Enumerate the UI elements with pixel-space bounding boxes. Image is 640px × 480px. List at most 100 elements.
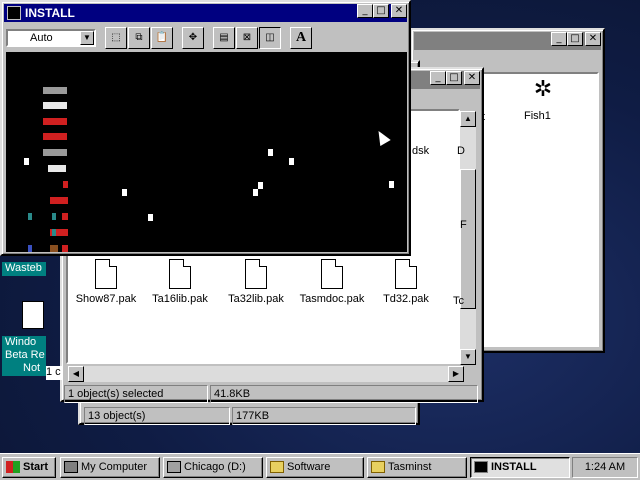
taskbar-item-chicago[interactable]: Chicago (D:) bbox=[163, 457, 263, 478]
background-icon[interactable]: ⊠ bbox=[236, 27, 258, 49]
partial-file-label[interactable]: dsk bbox=[412, 145, 429, 157]
scroll-left-icon[interactable]: ◀ bbox=[68, 366, 84, 382]
dos-block bbox=[28, 245, 32, 252]
start-button[interactable]: Start bbox=[2, 457, 56, 478]
file-icon bbox=[95, 259, 117, 289]
dos-block bbox=[62, 213, 68, 220]
dos-screen[interactable] bbox=[6, 52, 407, 252]
fish-icon[interactable]: ✲ bbox=[530, 76, 556, 104]
file-show87[interactable]: Show87.pak bbox=[66, 259, 146, 305]
taskbar-item-software[interactable]: Software bbox=[266, 457, 364, 478]
scroll-thumb[interactable] bbox=[460, 169, 476, 309]
dos-block bbox=[50, 245, 58, 252]
fullscreen-icon[interactable]: ✥ bbox=[182, 27, 204, 49]
file-ta32lib[interactable]: Ta32lib.pak bbox=[216, 259, 296, 305]
tasminst-controls: _ □ ✕ bbox=[430, 71, 480, 85]
msdos-icon bbox=[7, 6, 21, 20]
font-icon[interactable]: A bbox=[290, 27, 312, 49]
properties-icon[interactable]: ▤ bbox=[213, 27, 235, 49]
install-window[interactable]: INSTALL _ □ ✕ Auto ▼ ⬚ ⧉ 📋 ✥ ▤ ⊠ ◫ A bbox=[0, 0, 411, 256]
file-icon bbox=[245, 259, 267, 289]
fish-label[interactable]: Fish1 bbox=[524, 110, 551, 122]
windows-note-icon[interactable] bbox=[22, 301, 44, 329]
taskbar-item-tasminst[interactable]: Tasminst bbox=[367, 457, 467, 478]
maximize-icon[interactable]: □ bbox=[373, 4, 389, 18]
windows-note-line2: Beta Re bbox=[5, 349, 45, 361]
minimize-icon[interactable]: _ bbox=[357, 4, 373, 18]
taskbar-clock[interactable]: 1:24 AM bbox=[572, 457, 638, 478]
dos-block bbox=[43, 87, 67, 94]
taskbar-item-label: Software bbox=[287, 461, 331, 473]
dos-block bbox=[43, 102, 67, 109]
dos-block bbox=[63, 181, 68, 188]
file-icon bbox=[395, 259, 417, 289]
dos-block bbox=[28, 213, 32, 220]
chevron-down-icon[interactable]: ▼ bbox=[80, 31, 94, 45]
dos-block bbox=[48, 165, 66, 172]
minimize-icon[interactable]: _ bbox=[551, 32, 567, 46]
window-icon[interactable]: ◫ bbox=[259, 27, 281, 49]
windows-note-line3: Not bbox=[23, 362, 41, 374]
dos-block bbox=[43, 118, 67, 125]
taskbar-item-my-computer[interactable]: My Computer bbox=[60, 457, 160, 478]
file-icon bbox=[169, 259, 191, 289]
file-label: Show87.pak bbox=[75, 293, 137, 305]
dos-block bbox=[52, 213, 56, 220]
taskbar-item-label: Tasminst bbox=[388, 461, 432, 473]
folder-icon bbox=[371, 461, 385, 473]
file-label: Ta16lib.pak bbox=[152, 293, 208, 305]
dos-block bbox=[43, 149, 67, 156]
taskbar: Start My Computer Chicago (D:) Software … bbox=[0, 453, 640, 480]
dos-block bbox=[62, 245, 68, 252]
copy-icon[interactable]: ⧉ bbox=[128, 27, 150, 49]
dos-block bbox=[52, 229, 56, 236]
scroll-right-icon[interactable]: ▶ bbox=[448, 366, 464, 382]
partial-file-label[interactable]: D bbox=[457, 145, 465, 157]
taskbar-item-label: My Computer bbox=[81, 461, 148, 473]
start-label: Start bbox=[23, 461, 49, 473]
font-size-value: Auto bbox=[30, 32, 53, 44]
install-titlebar[interactable]: INSTALL bbox=[4, 4, 407, 22]
close-icon[interactable]: ✕ bbox=[464, 71, 480, 85]
windows-logo-icon bbox=[6, 461, 20, 473]
partial-file-label[interactable]: F bbox=[460, 219, 467, 231]
scroll-down-icon[interactable]: ▼ bbox=[460, 349, 476, 365]
dos-pixel bbox=[122, 189, 127, 196]
close-icon[interactable]: ✕ bbox=[585, 32, 601, 46]
maximize-icon[interactable]: □ bbox=[446, 71, 462, 85]
close-icon[interactable]: ✕ bbox=[391, 4, 407, 18]
dos-pixel bbox=[389, 181, 394, 188]
computer-icon bbox=[64, 461, 78, 473]
dos-pixel bbox=[253, 189, 258, 196]
partial-file-label[interactable]: Tc bbox=[453, 295, 464, 307]
install-title: INSTALL bbox=[25, 6, 75, 20]
wastebasket-label[interactable]: Wasteb bbox=[2, 262, 46, 276]
dos-block bbox=[43, 133, 67, 140]
font-size-select[interactable]: Auto ▼ bbox=[6, 29, 96, 47]
windows-note-line1: Windo bbox=[5, 336, 37, 348]
minimize-icon[interactable]: _ bbox=[430, 71, 446, 85]
tasminst-status-selected: 1 object(s) selected bbox=[64, 385, 208, 403]
windows-note-label[interactable]: Windo Beta Re Not bbox=[2, 336, 46, 376]
taskbar-item-install[interactable]: INSTALL bbox=[470, 457, 570, 478]
file-td32[interactable]: Td32.pak bbox=[366, 259, 446, 305]
file-icon bbox=[321, 259, 343, 289]
partial-status-text: 1 c bbox=[46, 366, 62, 380]
file-label: Td32.pak bbox=[383, 293, 429, 305]
file-label: Ta32lib.pak bbox=[228, 293, 284, 305]
tasminst-hscroll[interactable]: ◀ ▶ bbox=[68, 366, 464, 382]
scroll-up-icon[interactable]: ▲ bbox=[460, 111, 476, 127]
taskbar-item-label: INSTALL bbox=[491, 461, 537, 473]
file-ta16lib[interactable]: Ta16lib.pak bbox=[140, 259, 220, 305]
install-controls: _ □ ✕ bbox=[357, 4, 407, 18]
maximize-icon[interactable]: □ bbox=[567, 32, 583, 46]
folder-icon bbox=[270, 461, 284, 473]
mark-icon[interactable]: ⬚ bbox=[105, 27, 127, 49]
file-tasmdoc[interactable]: Tasmdoc.pak bbox=[292, 259, 372, 305]
dos-pixel bbox=[289, 158, 294, 165]
partial-file-label[interactable]: t bbox=[482, 111, 485, 123]
mouse-pointer-icon bbox=[373, 127, 391, 147]
paste-icon[interactable]: 📋 bbox=[151, 27, 173, 49]
file-label: Tasmdoc.pak bbox=[299, 293, 365, 305]
dos-block bbox=[50, 197, 68, 204]
